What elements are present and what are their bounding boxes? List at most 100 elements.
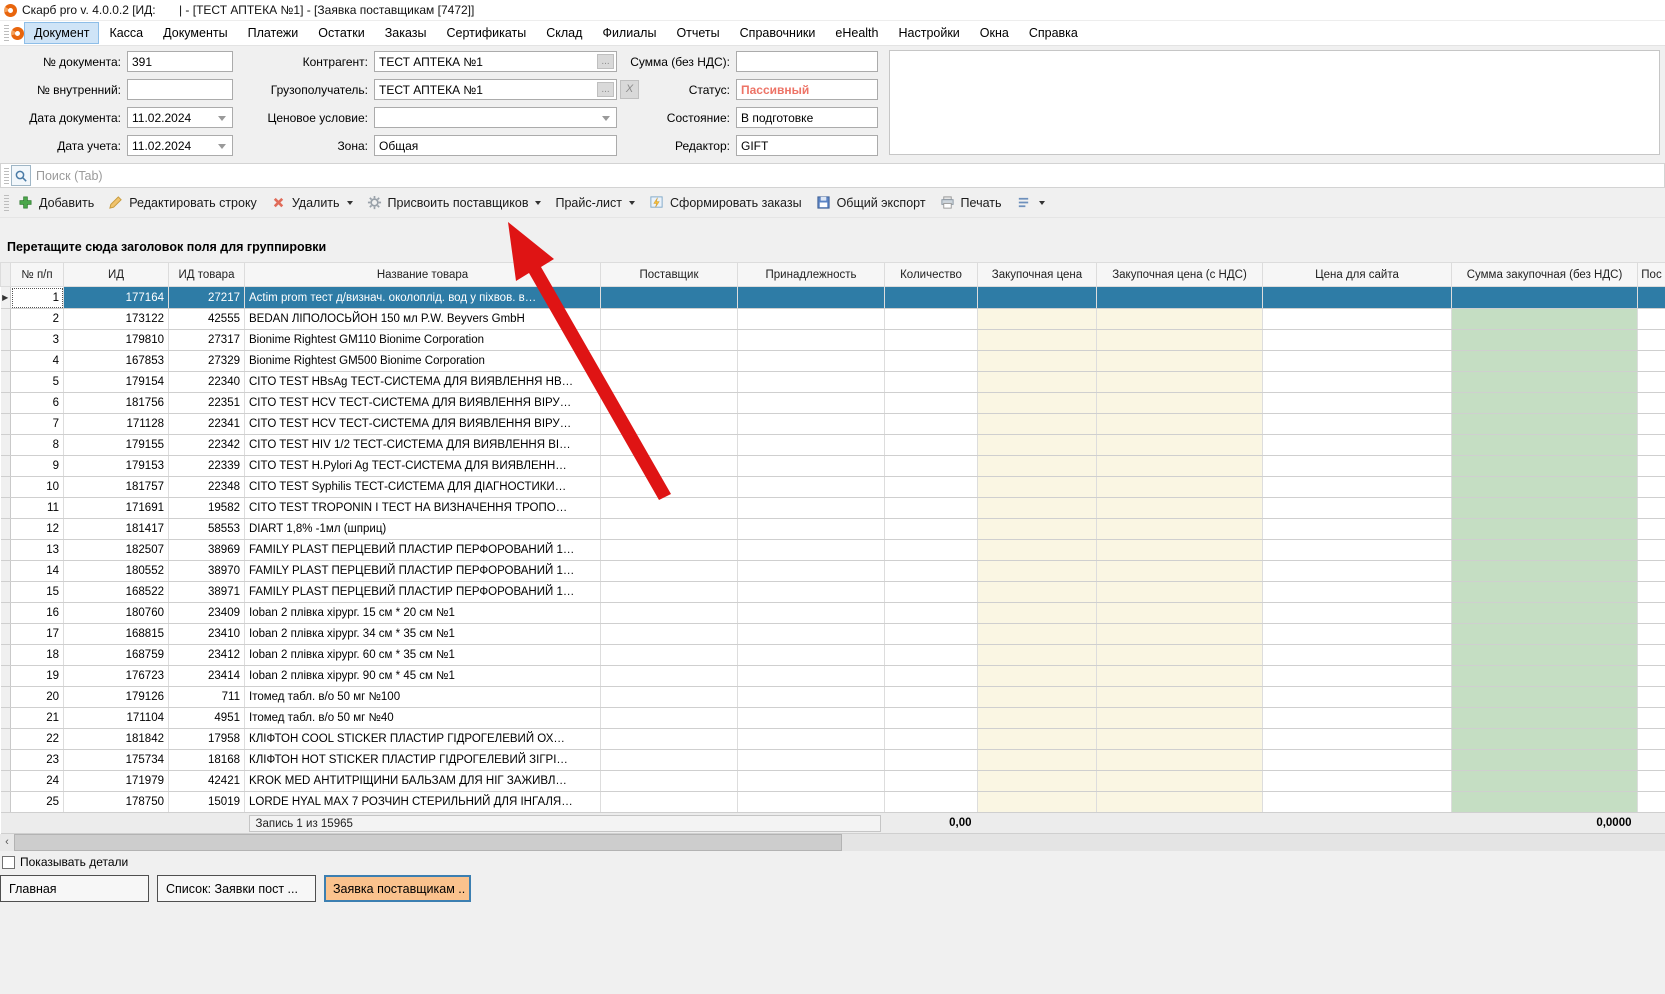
- cell-purchase_price[interactable]: [978, 456, 1097, 477]
- cell-supplier[interactable]: [601, 498, 738, 519]
- cell-qty[interactable]: [885, 771, 978, 792]
- cell-ownership[interactable]: [738, 603, 885, 624]
- cell-qty[interactable]: [885, 309, 978, 330]
- cell-purchase_price_vat[interactable]: [1097, 645, 1263, 666]
- cell-ownership[interactable]: [738, 582, 885, 603]
- cell-name[interactable]: FAMILY PLAST ПЕРЦЕВИЙ ПЛАСТИР ПЕРФОРОВАН…: [245, 561, 601, 582]
- cell-purchase_price[interactable]: [978, 666, 1097, 687]
- cell-purchase_price[interactable]: [978, 792, 1097, 813]
- cell-id[interactable]: 182507: [64, 540, 169, 561]
- cell-prod_id[interactable]: 22348: [169, 477, 245, 498]
- cell-purchase_price[interactable]: [978, 603, 1097, 624]
- cell-purchase_price[interactable]: [978, 435, 1097, 456]
- cell-id[interactable]: 181756: [64, 393, 169, 414]
- cell-qty[interactable]: [885, 561, 978, 582]
- table-row[interactable]: 618175622351CITO TEST HCV ТЕСТ-СИСТЕМА Д…: [1, 393, 1665, 414]
- column-header-name[interactable]: Название товара: [245, 263, 601, 287]
- column-header-sel[interactable]: [1, 263, 11, 287]
- row-selector[interactable]: [1, 750, 11, 771]
- cell-id[interactable]: 177164: [64, 287, 169, 309]
- cell-num[interactable]: 18: [11, 645, 64, 666]
- cell-purchase_sum[interactable]: [1452, 666, 1638, 687]
- cell-prod_id[interactable]: 22351: [169, 393, 245, 414]
- cell-qty[interactable]: [885, 708, 978, 729]
- cell-id[interactable]: 178750: [64, 792, 169, 813]
- table-row[interactable]: 1516852238971FAMILY PLAST ПЕРЦЕВИЙ ПЛАСТ…: [1, 582, 1665, 603]
- cell-name[interactable]: CITO TEST HBsAg ТЕСТ-СИСТЕМА ДЛЯ ВИЯВЛЕН…: [245, 372, 601, 393]
- row-selector[interactable]: [1, 372, 11, 393]
- cell-id[interactable]: 167853: [64, 351, 169, 372]
- cell-purchase_price[interactable]: [978, 624, 1097, 645]
- cell-purchase_sum[interactable]: [1452, 624, 1638, 645]
- group-by-panel[interactable]: Перетащите сюда заголовок поля для групп…: [0, 218, 1665, 262]
- cell-qty[interactable]: [885, 414, 978, 435]
- cell-supplier[interactable]: [601, 519, 738, 540]
- cell-id[interactable]: 168522: [64, 582, 169, 603]
- table-row[interactable]: 717112822341CITO TEST HCV ТЕСТ-СИСТЕМА Д…: [1, 414, 1665, 435]
- toolbar-assign-suppliers-button[interactable]: Присвоить поставщиков: [360, 191, 549, 215]
- cell-pos[interactable]: [1638, 792, 1665, 813]
- cell-purchase_price_vat[interactable]: [1097, 414, 1263, 435]
- toolbar-form-orders-button[interactable]: Сформировать заказы: [642, 191, 809, 215]
- cell-name[interactable]: Ioban 2 плівка хірург. 90 см * 45 см №1: [245, 666, 601, 687]
- cell-prod_id[interactable]: 23410: [169, 624, 245, 645]
- field-input[interactable]: [736, 51, 878, 72]
- cell-pos[interactable]: [1638, 456, 1665, 477]
- cell-prod_id[interactable]: 42555: [169, 309, 245, 330]
- cell-supplier[interactable]: [601, 330, 738, 351]
- cell-site_price[interactable]: [1263, 393, 1452, 414]
- table-row[interactable]: 517915422340CITO TEST HBsAg ТЕСТ-СИСТЕМА…: [1, 372, 1665, 393]
- cell-supplier[interactable]: [601, 540, 738, 561]
- cell-supplier[interactable]: [601, 372, 738, 393]
- cell-name[interactable]: КЛІФТОН COOL STICKER ПЛАСТИР ГІДРОГЕЛЕВИ…: [245, 729, 601, 750]
- table-row[interactable]: 2517875015019LORDE HYAL MAX 7 РОЗЧИН СТЕ…: [1, 792, 1665, 813]
- column-header-prod_id[interactable]: ИД товара: [169, 263, 245, 287]
- cell-site_price[interactable]: [1263, 287, 1452, 309]
- search-input[interactable]: Поиск (Tab): [36, 169, 103, 183]
- cell-ownership[interactable]: [738, 435, 885, 456]
- cell-purchase_sum[interactable]: [1452, 645, 1638, 666]
- column-header-purchase_price[interactable]: Закупочная цена: [978, 263, 1097, 287]
- cell-supplier[interactable]: [601, 603, 738, 624]
- column-header-site_price[interactable]: Цена для сайта: [1263, 263, 1452, 287]
- cell-purchase_price_vat[interactable]: [1097, 603, 1263, 624]
- cell-purchase_sum[interactable]: [1452, 771, 1638, 792]
- cell-ownership[interactable]: [738, 414, 885, 435]
- cell-id[interactable]: 171979: [64, 771, 169, 792]
- cell-prod_id[interactable]: 15019: [169, 792, 245, 813]
- cell-pos[interactable]: [1638, 498, 1665, 519]
- cell-qty[interactable]: [885, 729, 978, 750]
- toolbar-delete-button[interactable]: Удалить: [264, 191, 360, 215]
- menu-item-отчеты[interactable]: Отчеты: [666, 22, 729, 44]
- row-selector[interactable]: [1, 561, 11, 582]
- table-row[interactable]: 2218184217958КЛІФТОН COOL STICKER ПЛАСТИ…: [1, 729, 1665, 750]
- cell-pos[interactable]: [1638, 582, 1665, 603]
- cell-ownership[interactable]: [738, 771, 885, 792]
- cell-id[interactable]: 171691: [64, 498, 169, 519]
- cell-purchase_sum[interactable]: [1452, 435, 1638, 456]
- cell-name[interactable]: Bionime Rightest GM110 Bionime Corporati…: [245, 330, 601, 351]
- cell-pos[interactable]: [1638, 687, 1665, 708]
- cell-name[interactable]: BEDAN ЛІПОЛОСЬЙОН 150 мл P.W. Beyvers Gm…: [245, 309, 601, 330]
- cell-ownership[interactable]: [738, 372, 885, 393]
- cell-name[interactable]: FAMILY PLAST ПЕРЦЕВИЙ ПЛАСТИР ПЕРФОРОВАН…: [245, 582, 601, 603]
- table-row[interactable]: 20179126711Ітомед табл. в/о 50 мг №100: [1, 687, 1665, 708]
- toolbar-add-button[interactable]: Добавить: [11, 191, 101, 215]
- cell-num[interactable]: 5: [11, 372, 64, 393]
- cell-purchase_sum[interactable]: [1452, 456, 1638, 477]
- cell-site_price[interactable]: [1263, 666, 1452, 687]
- cell-purchase_price_vat[interactable]: [1097, 561, 1263, 582]
- cell-site_price[interactable]: [1263, 624, 1452, 645]
- row-selector[interactable]: [1, 687, 11, 708]
- toolbar-common-export-button[interactable]: Общий экспорт: [809, 191, 933, 215]
- cell-purchase_price_vat[interactable]: [1097, 287, 1263, 309]
- cell-purchase_price_vat[interactable]: [1097, 435, 1263, 456]
- cell-qty[interactable]: [885, 372, 978, 393]
- cell-supplier[interactable]: [601, 624, 738, 645]
- cell-site_price[interactable]: [1263, 582, 1452, 603]
- cell-site_price[interactable]: [1263, 456, 1452, 477]
- cell-num[interactable]: 25: [11, 792, 64, 813]
- cell-supplier[interactable]: [601, 477, 738, 498]
- cell-ownership[interactable]: [738, 561, 885, 582]
- cell-purchase_price[interactable]: [978, 561, 1097, 582]
